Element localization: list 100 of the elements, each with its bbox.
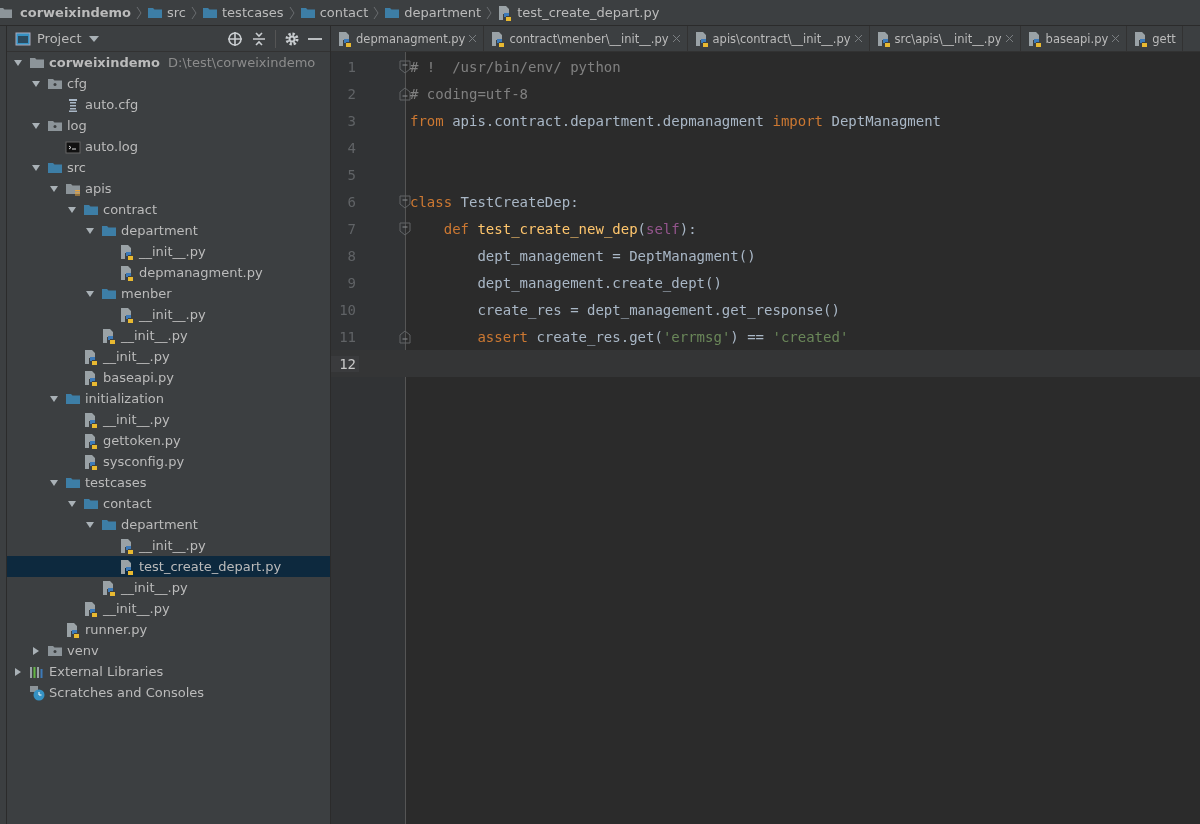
python-file-icon xyxy=(875,30,892,47)
tree-item[interactable]: __init__.py xyxy=(7,325,330,346)
tree-item[interactable]: __init__.py xyxy=(7,241,330,262)
tree-item[interactable]: corweixindemo D:\test\corweixindemo xyxy=(7,52,330,73)
fold-marker-icon[interactable] xyxy=(399,194,411,209)
close-icon[interactable] xyxy=(853,34,863,43)
close-icon[interactable] xyxy=(468,34,478,43)
dropdown-caret-icon[interactable] xyxy=(89,35,100,42)
expanded-arrow-icon[interactable] xyxy=(85,225,95,236)
python-file-icon xyxy=(693,30,710,47)
tree-item[interactable]: venv xyxy=(7,640,330,661)
tree-item[interactable]: __init__.py xyxy=(7,577,330,598)
tree-item[interactable]: depmanagment.py xyxy=(7,262,330,283)
tree-item[interactable]: src xyxy=(7,157,330,178)
editor-tab[interactable]: contract\menber\__init__.py xyxy=(484,26,688,51)
python-file-icon xyxy=(119,243,135,260)
tree-item[interactable]: contract xyxy=(7,199,330,220)
expanded-arrow-icon[interactable] xyxy=(31,162,41,173)
python-file-icon xyxy=(101,579,117,596)
editor-tab[interactable]: baseapi.py xyxy=(1020,26,1128,51)
tree-item[interactable]: testcases xyxy=(7,472,330,493)
breadcrumb-item[interactable]: contact xyxy=(299,4,369,21)
collapsed-arrow-icon[interactable] xyxy=(13,666,23,677)
expanded-arrow-icon[interactable] xyxy=(31,78,41,89)
tree-item[interactable]: gettoken.py xyxy=(7,430,330,451)
python-file-icon xyxy=(101,327,117,344)
editor-tab[interactable]: depmanagment.py xyxy=(331,26,485,51)
editor-tab[interactable]: src\apis\__init__.py xyxy=(869,26,1021,51)
expanded-arrow-icon[interactable] xyxy=(67,204,77,215)
tree-item[interactable]: __init__.py xyxy=(7,304,330,325)
tree-item[interactable]: __init__.py xyxy=(7,535,330,556)
tree-item[interactable]: apis xyxy=(7,178,330,199)
expanded-arrow-icon[interactable] xyxy=(31,120,41,131)
tree-item[interactable]: auto.cfg xyxy=(7,94,330,115)
chevron-separator-icon xyxy=(136,5,143,20)
python-file-icon xyxy=(119,558,135,575)
tree-item[interactable]: contact xyxy=(7,493,330,514)
tree-item[interactable]: test_create_depart.py xyxy=(7,556,330,577)
close-icon[interactable] xyxy=(1004,34,1014,43)
chevron-separator-icon xyxy=(191,5,197,20)
python-file-icon xyxy=(83,411,99,428)
tree-item[interactable]: External Libraries xyxy=(7,661,330,682)
python-file-icon xyxy=(83,453,99,470)
fold-end-marker-icon[interactable] xyxy=(399,86,411,101)
tree-item[interactable]: __init__.py xyxy=(7,409,330,430)
tree-item[interactable]: log xyxy=(7,115,330,136)
breadcrumb-item[interactable]: department xyxy=(384,4,482,21)
editor-tab[interactable]: apis\contract\__init__.py xyxy=(687,26,870,51)
expanded-arrow-icon[interactable] xyxy=(49,183,59,194)
code-line: from apis.contract.department.depmanagment import DeptManagment xyxy=(410,112,942,129)
tree-item[interactable]: __init__.py xyxy=(7,346,330,367)
tree-item[interactable]: department xyxy=(7,220,330,241)
breadcrumb-item[interactable]: testcases xyxy=(202,4,284,21)
chevron-separator-icon xyxy=(486,5,493,20)
tree-item[interactable]: department xyxy=(7,514,330,535)
tree-item[interactable]: __init__.py xyxy=(7,598,330,619)
expanded-arrow-icon[interactable] xyxy=(85,288,95,299)
python-file-icon xyxy=(119,537,135,554)
python-file-icon xyxy=(1133,30,1150,47)
tree-item[interactable]: runner.py xyxy=(7,619,330,640)
locate-target-icon[interactable] xyxy=(227,30,243,47)
project-path: D:\test\corweixindemo xyxy=(168,55,316,70)
expanded-arrow-icon[interactable] xyxy=(85,519,95,530)
python-file-icon xyxy=(83,369,99,386)
code-line: class TestCreateDep: xyxy=(410,193,579,210)
tree-item[interactable]: menber xyxy=(7,283,330,304)
fold-end-marker-icon[interactable] xyxy=(399,329,411,344)
tree-item[interactable]: baseapi.py xyxy=(7,367,330,388)
chevron-separator-icon xyxy=(373,5,380,20)
python-file-icon xyxy=(119,264,135,281)
fold-marker-icon[interactable] xyxy=(399,59,411,74)
expanded-arrow-icon[interactable] xyxy=(13,57,23,68)
expanded-arrow-icon[interactable] xyxy=(49,393,59,404)
python-file-icon xyxy=(490,30,507,47)
tree-item[interactable]: initialization xyxy=(7,388,330,409)
tree-item[interactable]: cfg xyxy=(7,73,330,94)
python-file-icon xyxy=(1026,30,1043,47)
breadcrumb-item[interactable]: corweixindemo xyxy=(0,4,132,21)
settings-icon[interactable] xyxy=(284,30,300,47)
window-icon xyxy=(15,30,31,47)
collapsed-arrow-icon[interactable] xyxy=(31,645,41,656)
fold-marker-icon[interactable] xyxy=(399,221,411,236)
tree-item[interactable]: auto.log xyxy=(7,136,330,157)
python-file-icon xyxy=(83,348,99,365)
python-file-icon xyxy=(119,306,135,323)
code-line: assert create_res.get('errmsg') == 'created' xyxy=(476,328,849,345)
collapse-all-icon[interactable] xyxy=(251,30,267,47)
breadcrumb-item[interactable]: src xyxy=(147,4,186,21)
breadcrumb-item[interactable]: test_create_depart.py xyxy=(497,4,660,21)
python-file-icon xyxy=(497,4,514,21)
tree-item[interactable]: sysconfig.py xyxy=(7,451,330,472)
code-line: # coding=utf-8 xyxy=(410,85,528,102)
close-icon[interactable] xyxy=(671,34,681,43)
close-icon[interactable] xyxy=(1111,34,1121,43)
project-view-dropdown[interactable]: Project xyxy=(37,31,82,46)
tree-item[interactable]: Scratches and Consoles xyxy=(7,682,330,703)
editor-tab[interactable]: gett xyxy=(1127,26,1183,51)
python-file-icon xyxy=(83,432,99,449)
expanded-arrow-icon[interactable] xyxy=(67,498,77,509)
expanded-arrow-icon[interactable] xyxy=(49,477,59,488)
